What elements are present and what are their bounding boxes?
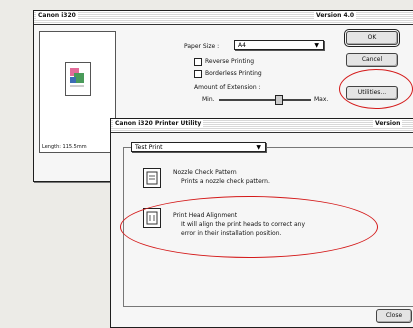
paper-size-select[interactable]: A4 ▼ bbox=[234, 40, 324, 50]
cancel-button[interactable]: Cancel bbox=[346, 53, 398, 67]
print-head-alignment-highlight-circle bbox=[120, 196, 378, 258]
slider-min-label: Min. bbox=[202, 96, 215, 103]
borderless-printing-label: Borderless Printing bbox=[205, 70, 262, 77]
photo-preview-icon bbox=[70, 68, 84, 87]
print-dialog-title: Canon i320 bbox=[36, 12, 78, 19]
print-dialog-version: Version 4.0 bbox=[314, 12, 357, 19]
nozzle-check-description: Prints a nozzle check pattern. bbox=[181, 178, 270, 185]
paper-size-value: A4 bbox=[238, 42, 246, 49]
preview-caption: Length: 115.5mm bbox=[42, 144, 87, 150]
utility-mode-select[interactable]: Test Print ▼ bbox=[131, 142, 266, 152]
reverse-printing-label: Reverse Printing bbox=[205, 58, 255, 65]
preview-pane bbox=[39, 31, 116, 153]
page-preview bbox=[65, 62, 91, 96]
printer-utility-version: Version bbox=[373, 120, 403, 127]
paper-size-label: Paper Size : bbox=[184, 43, 220, 50]
extension-slider[interactable] bbox=[219, 95, 311, 105]
printer-utility-title: Canon i320 Printer Utility bbox=[113, 120, 204, 127]
extension-label: Amount of Extension : bbox=[194, 84, 261, 91]
chevron-down-icon: ▼ bbox=[256, 144, 261, 151]
nozzle-check-title: Nozzle Check Pattern bbox=[173, 169, 237, 176]
slider-thumb[interactable] bbox=[275, 95, 283, 105]
printer-utility-titlebar[interactable]: Canon i320 Printer Utility Version bbox=[111, 119, 413, 133]
nozzle-check-button[interactable] bbox=[143, 168, 161, 188]
borderless-printing-checkbox[interactable] bbox=[194, 70, 202, 78]
utility-mode-value: Test Print bbox=[135, 144, 163, 151]
close-button[interactable]: Close bbox=[376, 309, 412, 323]
reverse-printing-checkbox[interactable] bbox=[194, 58, 202, 66]
print-dialog-titlebar[interactable]: Canon i320 Version 4.0 bbox=[34, 11, 413, 25]
nozzle-check-icon bbox=[146, 171, 158, 185]
ok-button[interactable]: OK bbox=[344, 29, 400, 47]
utilities-highlight-circle bbox=[339, 69, 413, 109]
slider-max-label: Max. bbox=[314, 96, 329, 103]
chevron-down-icon: ▼ bbox=[314, 42, 319, 49]
